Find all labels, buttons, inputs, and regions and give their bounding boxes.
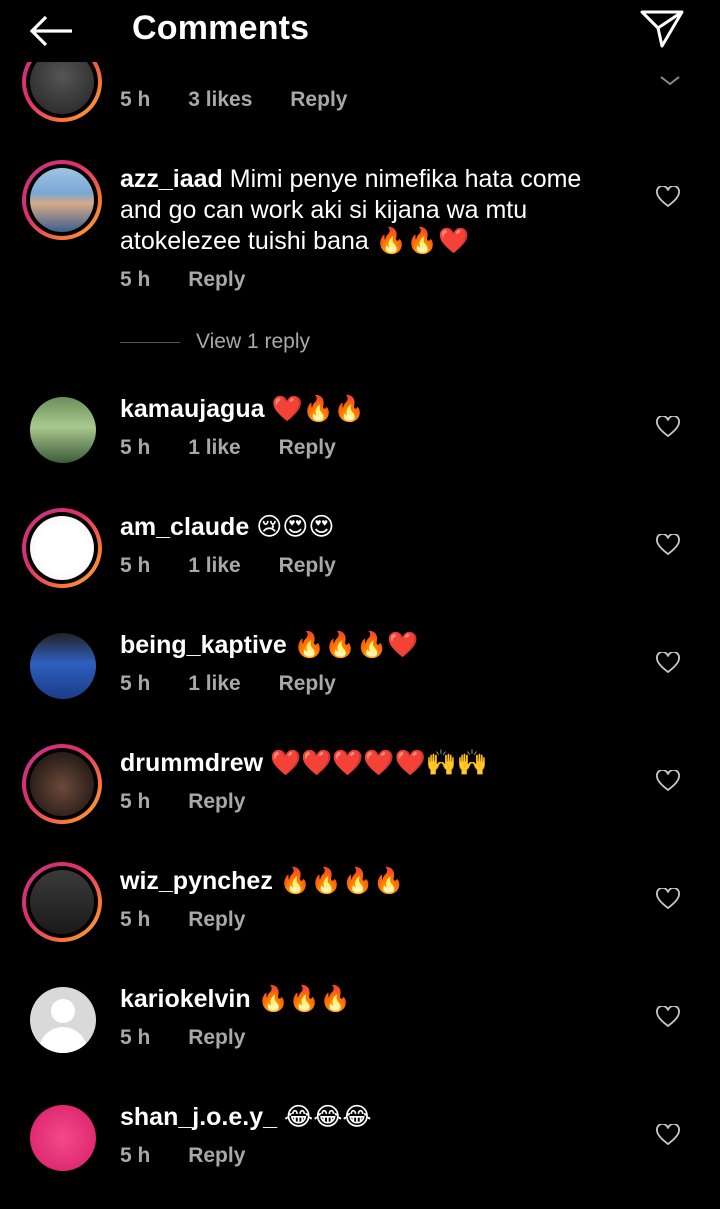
comment-username[interactable]: azz_iaad [120, 165, 223, 193]
reply-button[interactable]: Reply [188, 790, 245, 813]
comment-username[interactable]: shan_j.o.e.y_ [120, 1103, 277, 1131]
heart-icon[interactable] [656, 887, 680, 910]
comment-time: 5 h [120, 672, 151, 695]
divider-line [120, 341, 180, 343]
comment-text: am_claude 😢😍😍 [120, 512, 620, 543]
comment-body: 🔥🔥🔥❤️ [293, 631, 419, 659]
comment-username[interactable]: drummdrew [120, 749, 263, 777]
heart-icon[interactable] [656, 533, 680, 556]
reply-button[interactable]: Reply [188, 268, 245, 291]
heart-icon[interactable] [656, 769, 680, 792]
comments-list[interactable]: 5 h 3 likes Reply azz_iaad Mimi penye ni… [0, 0, 720, 1209]
chevron-down-icon[interactable] [658, 70, 682, 92]
reply-button[interactable]: Reply [188, 908, 245, 931]
comment-time: 5 h [120, 908, 151, 931]
comment-time: 5 h [120, 268, 151, 291]
comment-username[interactable]: wiz_pynchez [120, 867, 273, 895]
avatar[interactable] [22, 508, 102, 588]
comment-meta: 5 h Reply [120, 268, 277, 292]
reply-button[interactable]: Reply [188, 1144, 245, 1167]
avatar[interactable] [22, 862, 102, 942]
comment-text: drummdrew ❤️❤️❤️❤️❤️🙌🙌 [120, 748, 620, 779]
heart-icon[interactable] [656, 415, 680, 438]
comment-body: ❤️🔥🔥 [271, 395, 365, 423]
comment-text: kariokelvin 🔥🔥🔥 [120, 984, 620, 1015]
reply-button[interactable]: Reply [279, 554, 336, 577]
comment-text: being_kaptive 🔥🔥🔥❤️ [120, 630, 620, 661]
comment-time: 5 h [120, 88, 151, 111]
comment-body: 🔥🔥🔥 [257, 985, 351, 1013]
avatar[interactable] [30, 633, 96, 699]
avatar[interactable] [22, 744, 102, 824]
comment-username[interactable]: kariokelvin [120, 985, 251, 1013]
comment-time: 5 h [120, 790, 151, 813]
paper-plane-icon [640, 10, 684, 48]
default-avatar-icon [51, 999, 75, 1023]
comment-time: 5 h [120, 436, 151, 459]
page-title: Comments [132, 9, 310, 47]
comment-meta: 5 h 3 likes Reply [120, 88, 379, 112]
heart-icon[interactable] [656, 651, 680, 674]
arrow-left-icon [29, 15, 72, 47]
comment-username[interactable]: am_claude [120, 513, 249, 541]
comment-text: azz_iaad Mimi penye nimefika hata come a… [120, 164, 620, 257]
reply-button[interactable]: Reply [279, 436, 336, 459]
avatar[interactable] [30, 397, 96, 463]
heart-icon[interactable] [656, 1123, 680, 1146]
view-replies-button[interactable]: View 1 reply [120, 330, 310, 356]
comment-username[interactable]: being_kaptive [120, 631, 287, 659]
comment-time: 5 h [120, 1026, 151, 1049]
comment-body: ❤️❤️❤️❤️❤️🙌🙌 [270, 749, 488, 777]
comment-meta: 5 h 1 like Reply [120, 672, 368, 696]
comment-body: 😢😍😍 [256, 513, 335, 541]
reply-button[interactable]: Reply [279, 672, 336, 695]
like-count[interactable]: 1 like [188, 554, 241, 577]
comment-username[interactable]: kamaujagua [120, 395, 265, 423]
comment-body: 😂😂😂 [283, 1103, 372, 1131]
comment-text: kamaujagua ❤️🔥🔥 [120, 394, 620, 425]
comment-text: wiz_pynchez 🔥🔥🔥🔥 [120, 866, 620, 897]
view-replies-label: View 1 reply [196, 330, 311, 353]
top-bar: Comments [0, 0, 720, 62]
comment-time: 5 h [120, 554, 151, 577]
comment-meta: 5 h Reply [120, 908, 277, 932]
comment-text: shan_j.o.e.y_ 😂😂😂 [120, 1102, 620, 1133]
like-count[interactable]: 1 like [188, 436, 241, 459]
comment-body: 🔥🔥🔥🔥 [279, 867, 405, 895]
reply-button[interactable]: Reply [188, 1026, 245, 1049]
comment-meta: 5 h 1 like Reply [120, 436, 368, 460]
avatar[interactable] [30, 987, 96, 1053]
share-button[interactable] [638, 6, 686, 50]
reply-button[interactable]: Reply [290, 88, 347, 111]
like-count[interactable]: 3 likes [188, 88, 252, 111]
comment-meta: 5 h Reply [120, 790, 277, 814]
like-count[interactable]: 1 like [188, 672, 241, 695]
heart-icon[interactable] [656, 1005, 680, 1028]
heart-icon[interactable] [656, 185, 680, 208]
comment-meta: 5 h 1 like Reply [120, 554, 368, 578]
avatar[interactable] [22, 160, 102, 240]
comment-time: 5 h [120, 1144, 151, 1167]
avatar[interactable] [30, 1105, 96, 1171]
back-button[interactable] [28, 12, 76, 50]
comment-meta: 5 h Reply [120, 1144, 277, 1168]
comment-meta: 5 h Reply [120, 1026, 277, 1050]
